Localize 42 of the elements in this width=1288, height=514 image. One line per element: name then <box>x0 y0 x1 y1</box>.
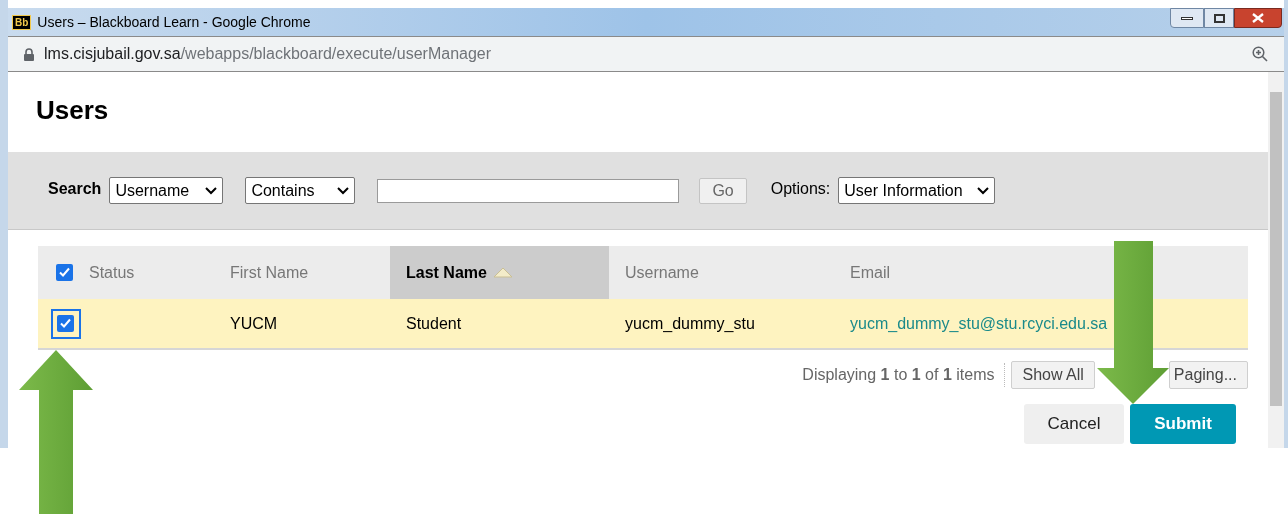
chevron-down-icon <box>205 186 218 195</box>
table-cell-text: Student <box>406 313 462 334</box>
paging-button[interactable]: Paging... <box>1168 361 1248 389</box>
up-arrow-icon <box>19 350 93 514</box>
chevron-down-icon <box>977 186 990 195</box>
checkmark-icon <box>59 317 72 330</box>
table-cell-text: yucm_dummy_stu <box>625 313 755 334</box>
table-row[interactable]: YUCM Student yucm_dummy_stu yucm_dummy_stu@stu.rcyci.edu.sa <box>38 299 1248 350</box>
chevron-down-icon <box>337 186 350 195</box>
lock-icon <box>24 47 34 61</box>
window-title: Users – Blackboard Learn - Google Chrome <box>37 12 311 32</box>
column-header[interactable]: First Name <box>214 246 390 299</box>
column-header[interactable]: Status <box>89 246 214 299</box>
scrollbar[interactable] <box>1268 72 1284 448</box>
email-link[interactable]: yucm_dummy_stu@stu.rcyci.edu.sa <box>850 311 1108 336</box>
go-button[interactable]: Go <box>699 177 747 204</box>
sort-up-icon <box>492 267 513 278</box>
dropdown[interactable]: User Information <box>838 177 996 204</box>
app-icon: Bb <box>12 14 32 30</box>
column-header[interactable]: Email <box>834 246 1248 299</box>
column-header[interactable]: Last Name <box>390 246 609 299</box>
page-title: Users <box>36 93 109 127</box>
table-cell-text: YUCM <box>230 313 278 334</box>
search-field[interactable] <box>377 178 680 203</box>
zoom-icon[interactable] <box>1252 46 1268 62</box>
checkbox[interactable] <box>55 263 74 282</box>
maximize-button[interactable] <box>1204 8 1234 28</box>
dropdown[interactable]: Username <box>109 177 224 204</box>
address-bar[interactable]: lms.cisjubail.gov.sa/webapps/blackboard/execute/userManager <box>8 36 1284 72</box>
minimize-button[interactable] <box>1170 8 1204 28</box>
checkmark-icon <box>58 266 71 279</box>
close-icon <box>1252 13 1264 23</box>
search-label: Search <box>48 178 102 199</box>
url-text: lms.cisjubail.gov.sa/webapps/blackboard/execute/userManager <box>44 44 492 64</box>
checkbox[interactable] <box>50 308 81 339</box>
options-label: Options: <box>770 178 831 199</box>
show-all-button[interactable]: Show All <box>1011 361 1095 389</box>
close-button[interactable] <box>1234 8 1282 28</box>
column-header[interactable]: Username <box>609 246 834 299</box>
dropdown[interactable]: Contains <box>245 177 356 204</box>
cancel-button[interactable]: Cancel <box>1024 404 1124 444</box>
pagination-summary: Displaying 1 to 1 of 1 items <box>802 363 1006 387</box>
